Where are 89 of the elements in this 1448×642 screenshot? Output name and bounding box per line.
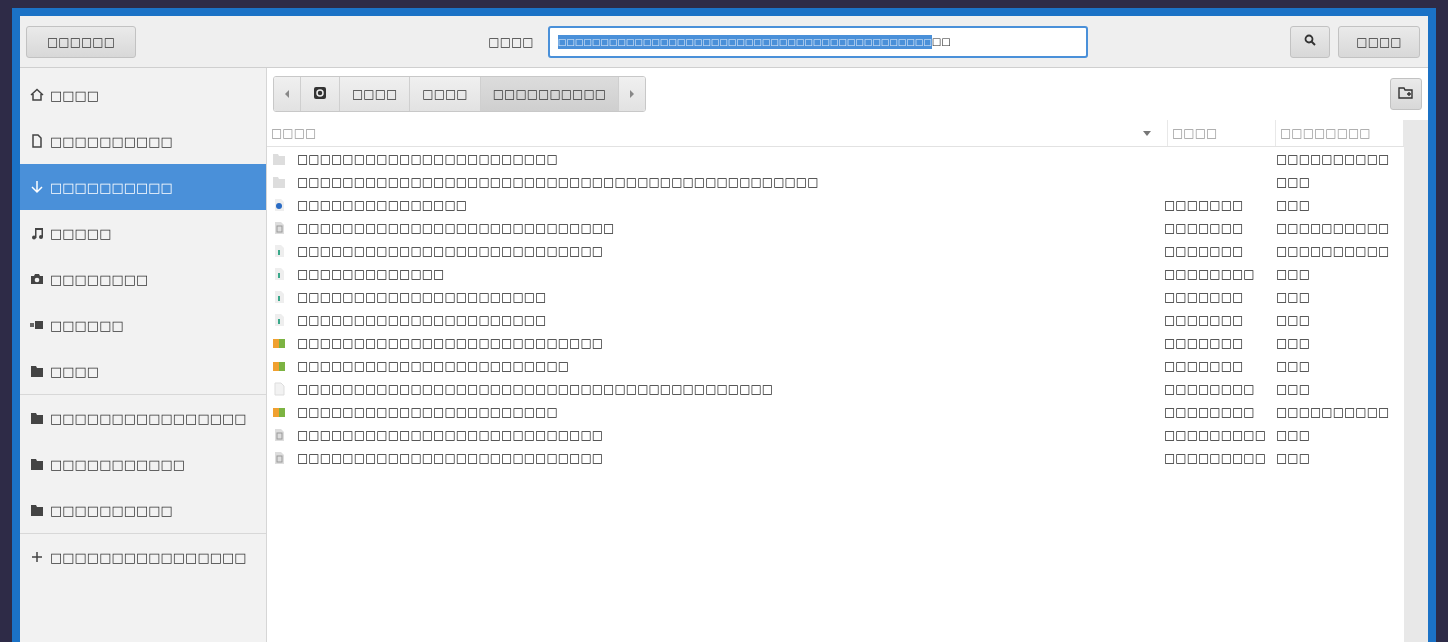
search-icon — [1304, 34, 1316, 46]
name-field[interactable]: □□□□□□□□□□□□□□□□□□□□□□□□□□□□□□□□□□□□□□□□□□□□□□ — [547, 25, 1088, 58]
path-button[interactable]: □□□□ — [340, 77, 411, 111]
path-button[interactable]: □□□□□□□□□□ — [480, 77, 620, 111]
download-icon — [30, 180, 44, 194]
file-modified: □□□ — [1276, 381, 1310, 396]
sidebar-item[interactable]: □□□□ — [20, 348, 266, 394]
file-icon — [273, 243, 285, 258]
file-size: □□□□□□□□□ — [1164, 450, 1267, 465]
file-size: □□□□□□□□ — [1164, 404, 1255, 419]
file-modified: □□□ — [1276, 358, 1310, 373]
file-name[interactable]: □□□□□□□□□□□□□□□□□□□□□□□□□□□□□□□□□□□□□□□□□□ — [297, 381, 774, 396]
header-button[interactable]: □□□□ — [1338, 25, 1420, 58]
file-modified: □□□ — [1276, 450, 1310, 465]
sidebar-item[interactable]: □□□□ — [20, 72, 266, 118]
home-icon — [30, 88, 44, 102]
file-modified: □□□ — [1276, 197, 1310, 212]
sidebar-item[interactable]: □□□□□□ — [20, 302, 266, 348]
file-icon — [273, 220, 285, 235]
arrow-left-icon — [284, 90, 290, 98]
file-size: □□□□□□□ — [1164, 289, 1244, 304]
file-size: □□□□□□□□ — [1164, 266, 1255, 281]
file-modified: □□□ — [1276, 335, 1310, 350]
file-size: □□□□□□□ — [1164, 358, 1244, 373]
file-size: □□□□□□□□ — [1164, 381, 1255, 396]
file-name[interactable]: □□□□□□□□□□□□□□□□□□□□□□□□ — [297, 358, 570, 373]
file-name[interactable]: □□□□□□□□□□□□□□□□□□□□□□□ — [297, 151, 558, 166]
file-name[interactable]: □□□□□□□□□□□□□□□□□□□□□□□□□□□ — [297, 450, 604, 465]
video-icon — [30, 318, 44, 332]
add-icon — [30, 550, 44, 564]
name-label: □□□□ — [488, 34, 534, 49]
folder-icon — [273, 151, 285, 166]
document-icon — [30, 134, 44, 148]
file-size: □□□□□□□□□ — [1164, 427, 1267, 442]
scrollbar[interactable] — [1404, 120, 1428, 642]
file-modified: □□□□□□□□□□ — [1276, 243, 1390, 258]
drive-button[interactable] — [301, 77, 340, 111]
file-icon — [273, 381, 285, 396]
sidebar-item[interactable]: □□□□□□□□□□ — [20, 118, 266, 164]
path-button[interactable]: □□□□ — [410, 77, 481, 111]
sidebar-item[interactable]: □□□□□□□□□□□□□□□□ — [20, 395, 266, 441]
new-folder-icon — [1398, 85, 1414, 100]
camera-icon — [30, 272, 44, 286]
file-icon — [273, 450, 285, 465]
file-name[interactable]: □□□□□□□□□□□□□□□□□□□□□□ — [297, 312, 547, 327]
sidebar-item[interactable]: □□□□□□□□□□□□□□□□ — [20, 534, 266, 580]
folder-icon — [273, 174, 285, 189]
file-modified: □□□□□□□□□□ — [1276, 404, 1390, 419]
folder-icon — [30, 503, 44, 517]
file-icon — [273, 266, 285, 281]
header-button[interactable]: □□□□□□ — [26, 25, 137, 58]
folder-icon — [30, 364, 44, 378]
music-icon — [30, 226, 44, 240]
file-name[interactable]: □□□□□□□□□□□□□□□ — [297, 197, 468, 212]
file-name[interactable]: □□□□□□□□□□□□□□□□□□□□□□□□□□□□ — [297, 220, 615, 235]
file-icon — [273, 197, 285, 212]
file-name[interactable]: □□□□□□□□□□□□□□□□□□□□□□□□□□□ — [297, 427, 604, 442]
file-icon — [273, 312, 285, 327]
file-name[interactable]: □□□□□□□□□□□□□ — [297, 266, 445, 281]
file-modified: □□□ — [1276, 312, 1310, 327]
drive-icon — [313, 85, 327, 100]
sidebar-item[interactable]: □□□□□□□□□□ — [20, 487, 266, 533]
file-icon — [273, 427, 285, 442]
sidebar-item[interactable]: □□□□□□□□□□□ — [20, 441, 266, 487]
folder-icon — [30, 411, 44, 425]
file-size: □□□□□□□ — [1164, 197, 1244, 212]
sort-icon — [1143, 130, 1151, 136]
file-icon — [273, 289, 285, 304]
file-modified: □□□ — [1276, 174, 1310, 189]
sidebar-item[interactable]: □□□□□□□□ — [20, 256, 266, 302]
file-name[interactable]: □□□□□□□□□□□□□□□□□□□□□□ — [297, 289, 547, 304]
file-size: □□□□□□□ — [1164, 220, 1244, 235]
search-button[interactable] — [1290, 25, 1330, 58]
file-name[interactable]: □□□□□□□□□□□□□□□□□□□□□□□ — [297, 404, 558, 419]
sidebar-item[interactable]: □□□□□ — [20, 210, 266, 256]
file-modified: □□□ — [1276, 289, 1310, 304]
file-size: □□□□□□□ — [1164, 243, 1244, 258]
file-name[interactable]: □□□□□□□□□□□□□□□□□□□□□□□□□□□ — [297, 335, 604, 350]
file-size: □□□□□□□ — [1164, 335, 1244, 350]
folder-icon — [30, 457, 44, 471]
file-modified: □□□ — [1276, 266, 1310, 281]
file-modified: □□□□□□□□□□ — [1276, 151, 1390, 166]
file-size: □□□□□□□ — [1164, 312, 1244, 327]
file-modified: □□□□□□□□□□ — [1276, 220, 1390, 235]
file-name[interactable]: □□□□□□□□□□□□□□□□□□□□□□□□□□□ — [297, 243, 604, 258]
arrow-right-icon — [629, 90, 636, 98]
new-folder-button[interactable] — [1390, 78, 1422, 110]
file-name[interactable]: □□□□□□□□□□□□□□□□□□□□□□□□□□□□□□□□□□□□□□□□□□□□□□ — [297, 174, 819, 189]
file-modified: □□□ — [1276, 427, 1310, 442]
